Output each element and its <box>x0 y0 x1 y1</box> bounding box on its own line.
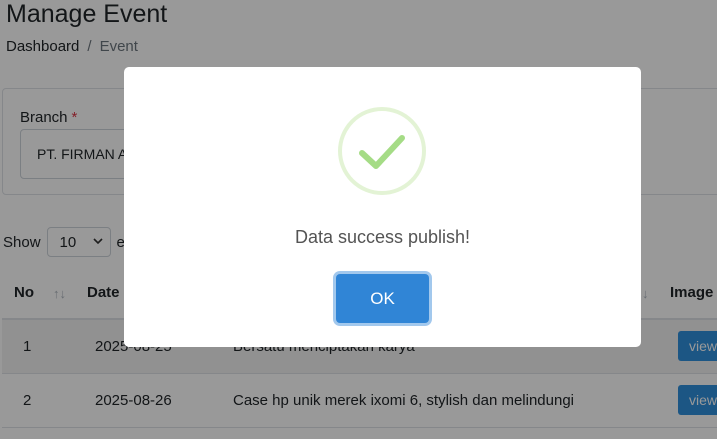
dialog-message: Data success publish! <box>294 227 471 247</box>
ok-button[interactable]: OK <box>336 274 429 323</box>
success-dialog: Data success publish! OK <box>124 67 641 347</box>
success-check-icon <box>338 107 426 195</box>
